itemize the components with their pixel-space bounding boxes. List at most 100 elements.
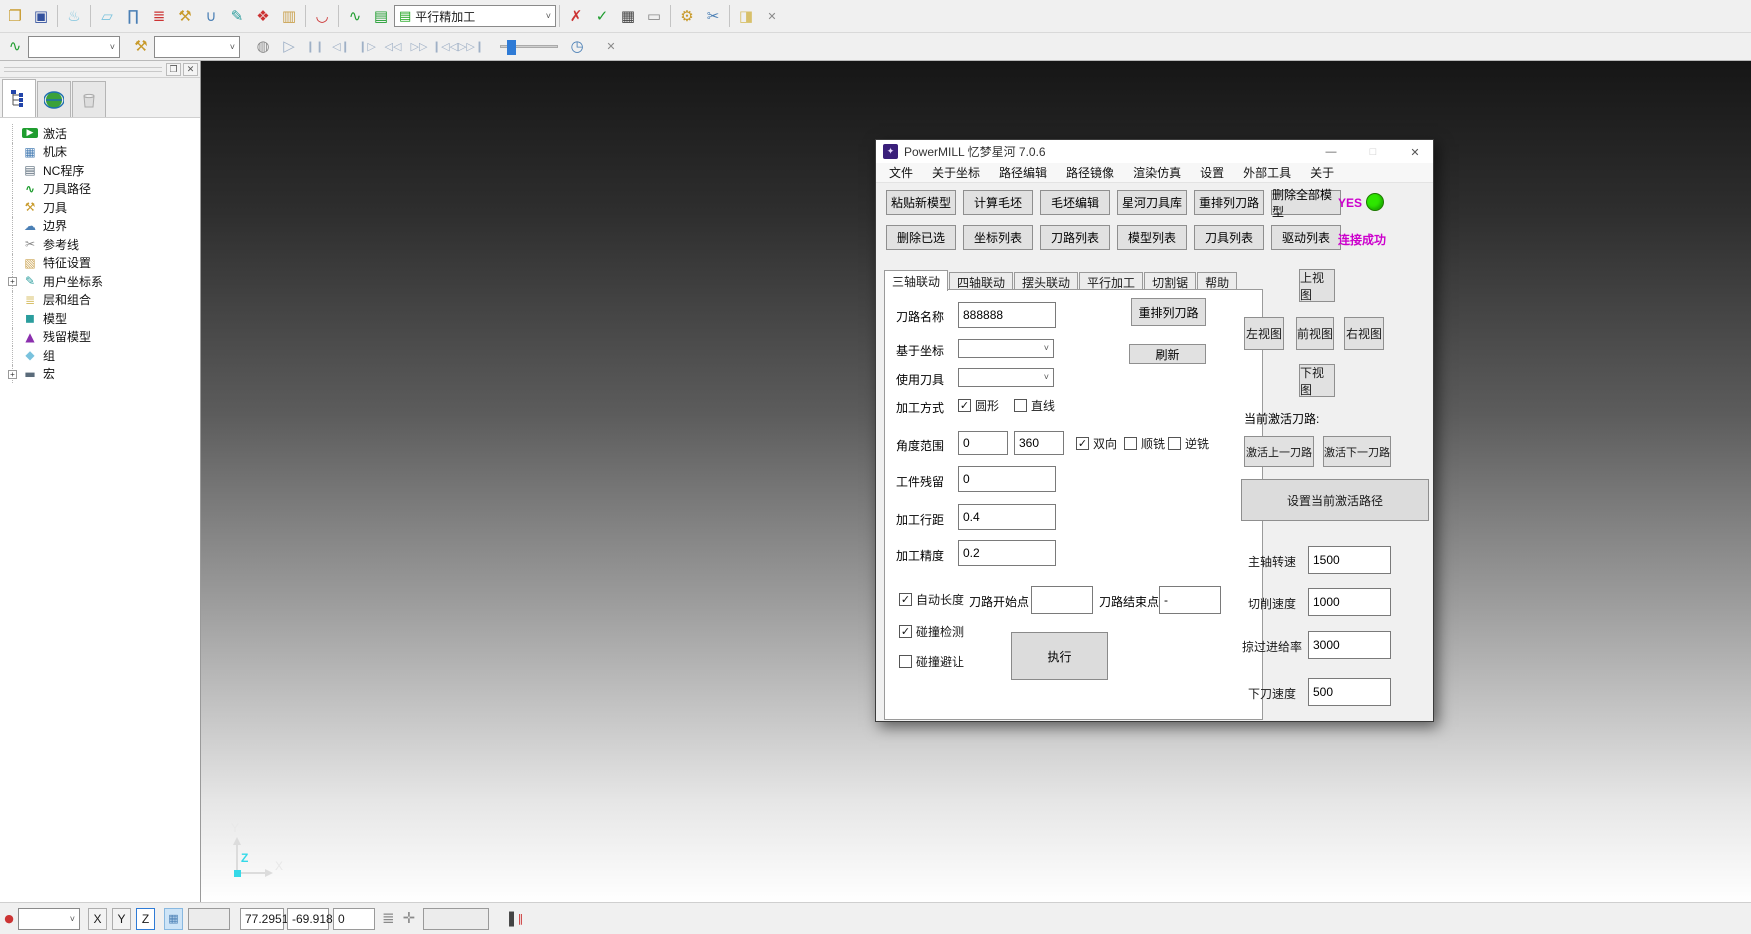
start-point-input[interactable] (1031, 586, 1093, 614)
coord-z-field[interactable]: 0 (333, 908, 375, 930)
compare-models-button[interactable]: ◨ (733, 3, 759, 29)
line-checkbox[interactable]: 直线 (1014, 397, 1055, 414)
coord-list-button[interactable]: 坐标列表 (963, 225, 1033, 250)
view-left-button[interactable]: 左视图 (1244, 317, 1284, 350)
activate-tool-button[interactable]: ✓ (589, 3, 615, 29)
view-top-button[interactable]: 上视图 (1299, 269, 1335, 302)
menu-render-sim[interactable]: 渲染仿真 (1133, 164, 1181, 181)
tree-item-stock-models[interactable]: ▲残留模型 (8, 328, 200, 347)
toolpath-name-input[interactable] (958, 302, 1056, 328)
spindle-speed-input[interactable] (1308, 546, 1391, 574)
tab-explorer-tree[interactable] (2, 79, 36, 117)
view-front-button[interactable]: 前视图 (1296, 317, 1334, 350)
powermill-logo-button[interactable]: ∿ (342, 3, 368, 29)
save-project-button[interactable]: ▣ (28, 3, 54, 29)
tree-item-workplanes[interactable]: +✎用户坐标系 (8, 272, 200, 291)
dialog-titlebar[interactable]: ✦ PowerMILL 忆梦星河 7.0.6 — □ ✕ (876, 140, 1433, 163)
stepover-input[interactable] (958, 504, 1056, 530)
open-project-button[interactable]: ❐ (2, 3, 28, 29)
slider-handle[interactable] (507, 40, 516, 55)
tab-explorer-recycle[interactable] (72, 81, 106, 117)
circle-checkbox[interactable]: ✓圆形 (958, 397, 999, 414)
calc-stock-button[interactable]: 计算毛坯 (963, 190, 1033, 215)
climb-checkbox[interactable]: 顺铣 (1124, 435, 1165, 452)
axis-y-button[interactable]: Y (112, 908, 131, 930)
delete-tool-button[interactable]: ✗ (563, 3, 589, 29)
menu-external-tools[interactable]: 外部工具 (1243, 164, 1291, 181)
tolerance-field[interactable] (423, 908, 489, 930)
workplane-button[interactable]: ✎ (224, 3, 250, 29)
toolbar-close-button[interactable]: ✕ (759, 3, 785, 29)
go-to-start-button[interactable]: ❙◁◁ (432, 34, 458, 60)
tree-item-feature-sets[interactable]: ▧特征设置 (8, 254, 200, 273)
tool-change-button[interactable]: ⚙ (674, 3, 700, 29)
tool-library-button[interactable]: 星河刀具库 (1117, 190, 1187, 215)
menu-about[interactable]: 关于 (1310, 164, 1334, 181)
stock-input[interactable] (958, 466, 1056, 492)
reorder-button[interactable]: 重排列刀路 (1131, 298, 1206, 326)
highlight-button[interactable]: ◍ (250, 34, 276, 60)
tab-explorer-globe[interactable] (37, 81, 71, 117)
skim-feed-input[interactable] (1308, 631, 1391, 659)
close-button[interactable]: ✕ (1400, 143, 1430, 161)
coord-x-field[interactable]: 77.2951 (240, 908, 284, 930)
angle-from-input[interactable] (958, 431, 1008, 455)
toolpath-list-button[interactable]: 刀路列表 (1040, 225, 1110, 250)
rapid-heights-button[interactable]: ∏ (120, 3, 146, 29)
axis-x-button[interactable]: X (88, 908, 107, 930)
model-list-button[interactable]: 模型列表 (1117, 225, 1187, 250)
boundary-button[interactable]: ◡ (309, 3, 335, 29)
tree-item-toolpaths[interactable]: ∿刀具路径 (8, 180, 200, 199)
menu-path-edit[interactable]: 路径编辑 (999, 164, 1047, 181)
float-panel-button[interactable]: ❐ (166, 63, 181, 76)
collision-avoid-checkbox[interactable]: 碰撞避让 (899, 653, 964, 670)
tool-select[interactable]: ˅ (958, 368, 1054, 387)
tree-item-machine[interactable]: ▦机床 (8, 143, 200, 162)
tab-3axis[interactable]: 三轴联动 (884, 270, 948, 291)
tool-list-button[interactable]: 刀具列表 (1194, 225, 1264, 250)
tree-item-groups[interactable]: ◆组 (8, 346, 200, 365)
sim-tool-button[interactable]: ⚒ (128, 34, 154, 60)
drive-list-button[interactable]: 驱动列表 (1271, 225, 1341, 250)
panel-grip[interactable] (4, 67, 162, 72)
menu-coords[interactable]: 关于坐标 (932, 164, 980, 181)
tolerance-input[interactable] (958, 540, 1056, 566)
sim-clock-button[interactable]: ◷ (564, 34, 590, 60)
sim-toolbar-close-button[interactable]: ✕ (598, 34, 624, 60)
delete-all-models-button[interactable]: 删除全部模型 (1271, 190, 1341, 215)
leads-links-button[interactable]: ∪ (198, 3, 224, 29)
tree-item-models[interactable]: ◼模型 (8, 309, 200, 328)
delete-selected-button[interactable]: 删除已选 (886, 225, 956, 250)
feature-set-button[interactable]: ▥ (276, 3, 302, 29)
view-bottom-button[interactable]: 下视图 (1299, 364, 1335, 397)
maximize-button[interactable]: □ (1358, 143, 1388, 161)
axis-z-button[interactable]: Z (136, 908, 155, 930)
tree-item-active[interactable]: ▶激活 (8, 124, 200, 143)
tree-item-levels[interactable]: ≣层和组合 (8, 291, 200, 310)
expander-icon[interactable]: + (8, 277, 17, 286)
strategy-list-button[interactable]: ▤ (368, 3, 394, 29)
delete-all-button[interactable]: ♨ (61, 3, 87, 29)
tree-item-ncprogram[interactable]: ▤NC程序 (8, 161, 200, 180)
auto-length-checkbox[interactable]: ✓自动长度 (899, 591, 964, 608)
record-button[interactable]: ● (0, 906, 18, 932)
menu-settings[interactable]: 设置 (1200, 164, 1224, 181)
go-to-end-button[interactable]: ▷▷❙ (458, 34, 484, 60)
menu-path-mirror[interactable]: 路径镜像 (1066, 164, 1114, 181)
fast-forward-button[interactable]: ▷▷ (406, 34, 432, 60)
close-panel-button[interactable]: ✕ (183, 63, 198, 76)
sim-speed-slider[interactable] (500, 45, 558, 48)
set-active-path-button[interactable]: 设置当前激活路径 (1241, 479, 1429, 521)
step-back-button[interactable]: ◁❙ (328, 34, 354, 60)
tree-item-tools[interactable]: ⚒刀具 (8, 198, 200, 217)
edit-stock-button[interactable]: 毛坯编辑 (1040, 190, 1110, 215)
execute-button[interactable]: 执行 (1011, 632, 1108, 680)
coord-y-field[interactable]: -69.918 (287, 908, 329, 930)
strategy-combobox[interactable]: ▤ 平行精加工 ˅ (394, 5, 556, 27)
plunge-speed-input[interactable] (1308, 678, 1391, 706)
measure-button[interactable]: ▭ (641, 3, 667, 29)
conventional-checkbox[interactable]: 逆铣 (1168, 435, 1209, 452)
sim-tool-combobox[interactable]: ˅ (154, 36, 240, 58)
play-button[interactable]: ▷ (276, 34, 302, 60)
view-right-button[interactable]: 右视图 (1344, 317, 1384, 350)
